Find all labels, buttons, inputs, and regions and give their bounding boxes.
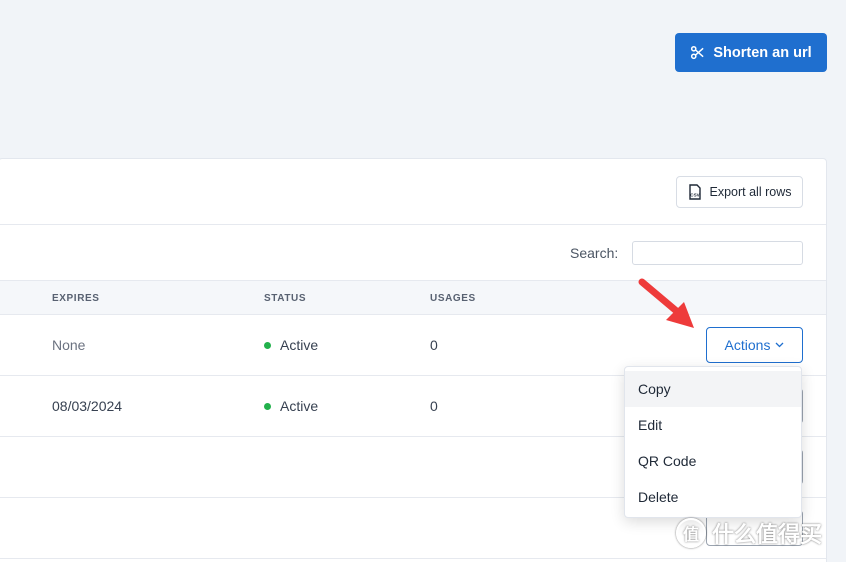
status-cell: Active (264, 398, 318, 414)
status-dot-icon (264, 341, 271, 349)
card-toolbar: CSV Export all rows (0, 159, 826, 225)
chevron-down-icon (775, 342, 784, 348)
csv-file-icon: CSV (688, 184, 701, 200)
actions-label: Actions (724, 337, 771, 353)
actions-button[interactable]: Actions (706, 327, 803, 363)
status-dot-icon (264, 402, 271, 410)
status-text: Active (280, 398, 319, 414)
expires-cell: None (52, 337, 86, 353)
search-bar: Search: (0, 225, 826, 281)
status-text: Active (280, 337, 319, 353)
export-label: Export all rows (709, 185, 792, 199)
menu-item-edit[interactable]: Edit (625, 407, 801, 443)
expires-cell: 08/03/2024 (52, 398, 123, 414)
svg-text:CSV: CSV (690, 193, 700, 198)
usages-cell: 0 (430, 398, 438, 414)
status-cell: Active (264, 337, 318, 353)
shorten-url-button[interactable]: Shorten an url (675, 33, 827, 72)
menu-item-copy[interactable]: Copy (625, 371, 801, 407)
annotation-arrow-icon (638, 278, 694, 328)
menu-item-delete[interactable]: Delete (625, 479, 801, 515)
shorten-url-label: Shorten an url (713, 44, 812, 61)
scissors-icon (691, 45, 704, 60)
watermark-logo-icon: 值 (676, 518, 706, 548)
search-input[interactable] (632, 241, 803, 265)
table-header: EXPIRES STATUS USAGES (0, 281, 826, 315)
usages-cell: 0 (430, 337, 438, 353)
watermark: 值 什么值得买 (676, 517, 822, 549)
page: Shorten an url CSV Export all rows Searc… (0, 0, 846, 562)
menu-item-qr-code[interactable]: QR Code (625, 443, 801, 479)
export-all-rows-button[interactable]: CSV Export all rows (676, 176, 803, 208)
column-header-status[interactable]: STATUS (264, 293, 306, 304)
column-header-expires[interactable]: EXPIRES (52, 293, 100, 304)
column-header-usages[interactable]: USAGES (430, 293, 476, 304)
watermark-text: 什么值得买 (712, 523, 823, 548)
search-label: Search: (570, 245, 619, 261)
actions-dropdown-menu: Copy Edit QR Code Delete (624, 366, 802, 518)
